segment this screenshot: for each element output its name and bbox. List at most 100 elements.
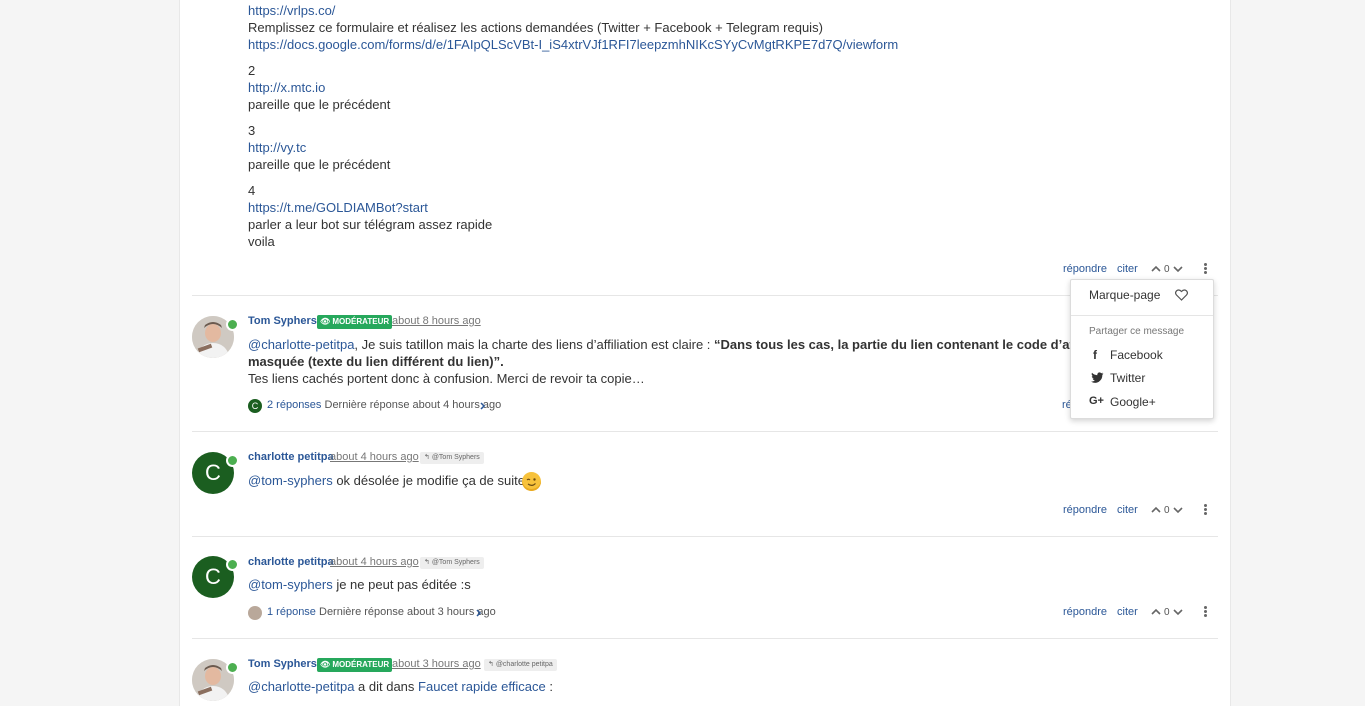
author-name[interactable]: Tom Syphers [248, 315, 317, 327]
vote-count: 0 [1164, 264, 1170, 275]
post-text-colon: : [545, 679, 553, 694]
post-content: @charlotte-petitpa a dit dans Faucet rap… [248, 679, 553, 694]
reply-to-tag[interactable]: ↰ @Tom Syphers [420, 452, 484, 464]
post-link-google-form[interactable]: https://docs.google.com/forms/d/e/1FAIpQ… [248, 37, 898, 52]
reply-to-user: @Tom Syphers [431, 559, 480, 566]
post-divider [192, 536, 1218, 537]
reply-arrow-icon: ↰ [424, 454, 430, 461]
online-status-dot [226, 318, 239, 331]
post-timestamp[interactable]: about 3 hours ago [392, 658, 481, 670]
chevron-down-icon[interactable] [1173, 608, 1183, 616]
post-text-form: Remplissez ce formulaire et réalisez les… [248, 20, 823, 35]
kebab-menu-icon[interactable] [1204, 263, 1207, 274]
post-line-1: @charlotte-petitpa, Je suis tatillon mai… [248, 337, 1112, 352]
kebab-menu-icon[interactable] [1204, 504, 1207, 515]
post-tools-dropdown: Marque-page Partager ce message f Facebo… [1070, 279, 1214, 419]
post-timestamp[interactable]: about 8 hours ago [392, 315, 481, 327]
vote-count: 0 [1164, 505, 1170, 516]
moderator-badge: 👁 MODÉRATEUR [317, 658, 393, 672]
online-status-dot [226, 454, 239, 467]
quote-button[interactable]: citer [1117, 263, 1138, 275]
reply-button[interactable]: répondre [1063, 504, 1107, 516]
reply-avatar [248, 606, 262, 620]
quote-button[interactable]: citer [1117, 606, 1138, 618]
chevron-down-icon[interactable] [1173, 506, 1183, 514]
reply-arrow-icon: ↰ [488, 661, 494, 668]
eye-icon: 👁 [320, 317, 331, 326]
chevron-up-icon[interactable] [1151, 608, 1161, 616]
post-timestamp[interactable]: about 4 hours ago [330, 451, 419, 463]
heart-icon[interactable] [1175, 289, 1188, 301]
post-text-voila: voila [248, 234, 275, 249]
post-text: ok désolée je modifie ça de suite [332, 473, 525, 488]
google-plus-icon: G+ [1089, 395, 1104, 407]
reply-to-user: @Tom Syphers [431, 454, 480, 461]
reply-button[interactable]: répondre [1063, 263, 1107, 275]
wink-emoji-icon [522, 472, 541, 491]
post-text-3: 3 [248, 123, 256, 138]
author-name[interactable]: charlotte petitpa [248, 556, 334, 568]
post-divider [192, 638, 1218, 639]
chevron-right-icon[interactable] [480, 402, 486, 410]
post-content: @tom-syphers ok désolée je modifie ça de… [248, 473, 525, 488]
replies-count[interactable]: 1 réponse [267, 606, 316, 618]
post-link-vytc[interactable]: http://vy.tc [248, 140, 306, 155]
quoted-rule: “Dans tous les cas, la partie du lien co… [714, 337, 1113, 352]
chevron-down-icon[interactable] [1173, 265, 1183, 273]
post-text-bot: parler a leur bot sur télégram assez rap… [248, 217, 493, 232]
twitter-icon [1091, 372, 1104, 383]
chevron-right-icon[interactable] [476, 609, 482, 617]
online-status-dot [226, 558, 239, 571]
moderator-badge: 👁 MODÉRATEUR [317, 315, 393, 329]
post-divider [192, 295, 1218, 296]
post-text-same-2: pareille que le précédent [248, 97, 391, 112]
post-text-same-3: pareille que le précédent [248, 157, 391, 172]
author-name[interactable]: Tom Syphers [248, 658, 317, 670]
reply-avatar: C [248, 399, 262, 413]
menu-divider [1071, 315, 1213, 316]
replies-summary[interactable]: 1 réponse Dernière réponse about 3 hours… [267, 606, 496, 618]
share-facebook[interactable]: Facebook [1110, 348, 1163, 362]
facebook-icon: f [1093, 348, 1097, 362]
post-link-telegram[interactable]: https://t.me/GOLDIAMBot?start [248, 200, 428, 215]
share-header: Partager ce message [1089, 326, 1185, 337]
user-mention[interactable]: @charlotte-petitpa [248, 679, 354, 694]
chevron-up-icon[interactable] [1151, 506, 1161, 514]
reply-arrow-icon: ↰ [424, 559, 430, 566]
reply-to-tag[interactable]: ↰ @charlotte petitpa [484, 659, 557, 671]
user-mention[interactable]: @tom-syphers [248, 473, 333, 488]
last-reply-time: Dernière réponse about 3 hours ago [319, 606, 496, 618]
post-text: a dit dans [354, 679, 419, 694]
moderator-badge-label: MODÉRATEUR [332, 317, 390, 326]
post-text-2: 2 [248, 63, 256, 78]
share-google-plus[interactable]: Google+ [1110, 395, 1156, 409]
moderator-badge-label: MODÉRATEUR [332, 660, 390, 669]
vote-count: 0 [1164, 607, 1170, 618]
replies-count[interactable]: 2 réponses [267, 399, 321, 411]
post-divider [192, 431, 1218, 432]
reply-to-tag[interactable]: ↰ @Tom Syphers [420, 557, 484, 569]
kebab-menu-icon[interactable] [1204, 606, 1207, 617]
post-link-vrlps[interactable]: https://vrlps.co/ [248, 3, 335, 18]
chevron-up-icon[interactable] [1151, 265, 1161, 273]
post-text: je ne peut pas éditée :s [332, 577, 471, 592]
bookmark-menu-item[interactable]: Marque-page [1089, 288, 1160, 302]
share-twitter[interactable]: Twitter [1110, 371, 1145, 385]
post-text: , Je suis tatillon mais la charte des li… [354, 337, 715, 352]
post-link-mtc[interactable]: http://x.mtc.io [248, 80, 325, 95]
quoted-rule-continued: masquée (texte du lien différent du lien… [248, 354, 504, 369]
replies-summary[interactable]: 2 réponses Dernière réponse about 4 hour… [267, 399, 501, 411]
post-timestamp[interactable]: about 4 hours ago [330, 556, 419, 568]
author-name[interactable]: charlotte petitpa [248, 451, 334, 463]
user-mention[interactable]: @tom-syphers [248, 577, 333, 592]
quote-button[interactable]: citer [1117, 504, 1138, 516]
user-mention[interactable]: @charlotte-petitpa [248, 337, 354, 352]
reply-button[interactable]: répondre [1063, 606, 1107, 618]
reply-to-user: @charlotte petitpa [495, 661, 553, 668]
last-reply-time: Dernière réponse about 4 hours ago [324, 399, 502, 411]
online-status-dot [226, 661, 239, 674]
post-content: @tom-syphers je ne peut pas éditée :s [248, 577, 471, 592]
post-text-4: 4 [248, 183, 256, 198]
topic-link[interactable]: Faucet rapide efficace [418, 679, 546, 694]
eye-icon: 👁 [320, 660, 331, 669]
